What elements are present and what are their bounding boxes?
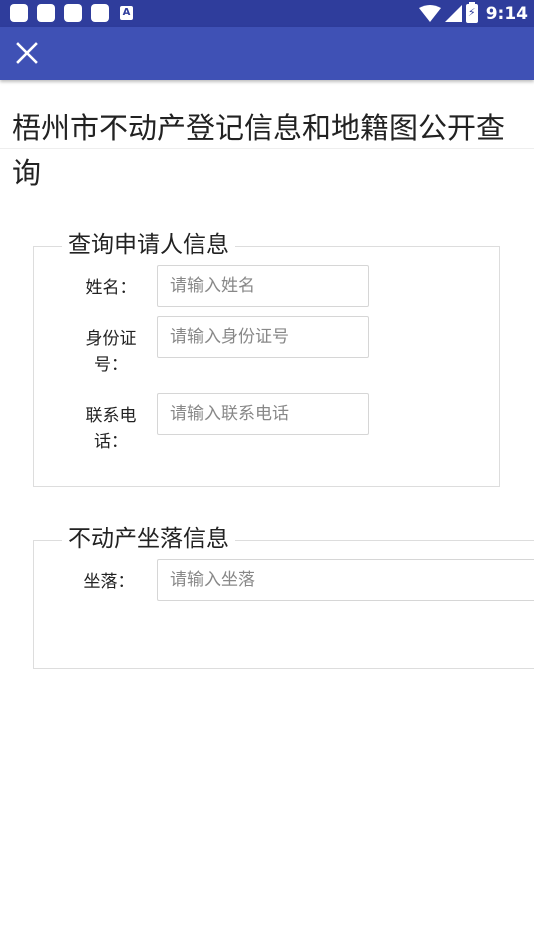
id-number-label: 身份证号： (85, 329, 137, 375)
close-button[interactable] (10, 36, 44, 70)
location-label: 坐落： (83, 572, 135, 592)
notification-icon (37, 4, 55, 22)
close-icon (16, 42, 38, 64)
status-time: 9:14 (485, 3, 528, 24)
battery-charging-glyph: ⚡ (467, 6, 476, 19)
page-title: 梧州市不动产登记信息和地籍图公开查询 (12, 111, 506, 190)
status-bar: A ⚡ 9:14 (0, 0, 534, 27)
app-bar (0, 27, 534, 80)
applicant-info-legend: 查询申请人信息 (62, 230, 235, 260)
property-location-legend: 不动产坐落信息 (62, 524, 235, 554)
battery-icon: ⚡ (465, 2, 478, 23)
id-number-input[interactable] (157, 316, 369, 358)
name-label: 姓名： (85, 278, 137, 298)
property-location-section: 不动产坐落信息 坐落： (33, 524, 534, 669)
title-divider (0, 148, 534, 149)
name-input[interactable] (157, 265, 369, 307)
notification-a-icon: A (120, 6, 133, 20)
phone-input[interactable] (157, 393, 369, 435)
phone-label: 联系电话： (85, 406, 137, 452)
applicant-info-section: 查询申请人信息 姓名： 身份证号： 联系电话： (33, 230, 500, 487)
system-icons: ⚡ 9:14 (418, 2, 528, 24)
notification-icon (64, 4, 82, 22)
wifi-icon (418, 5, 441, 22)
notification-icon (91, 4, 109, 22)
notification-icon (10, 4, 28, 22)
location-input[interactable] (157, 559, 534, 601)
signal-icon (444, 5, 462, 22)
